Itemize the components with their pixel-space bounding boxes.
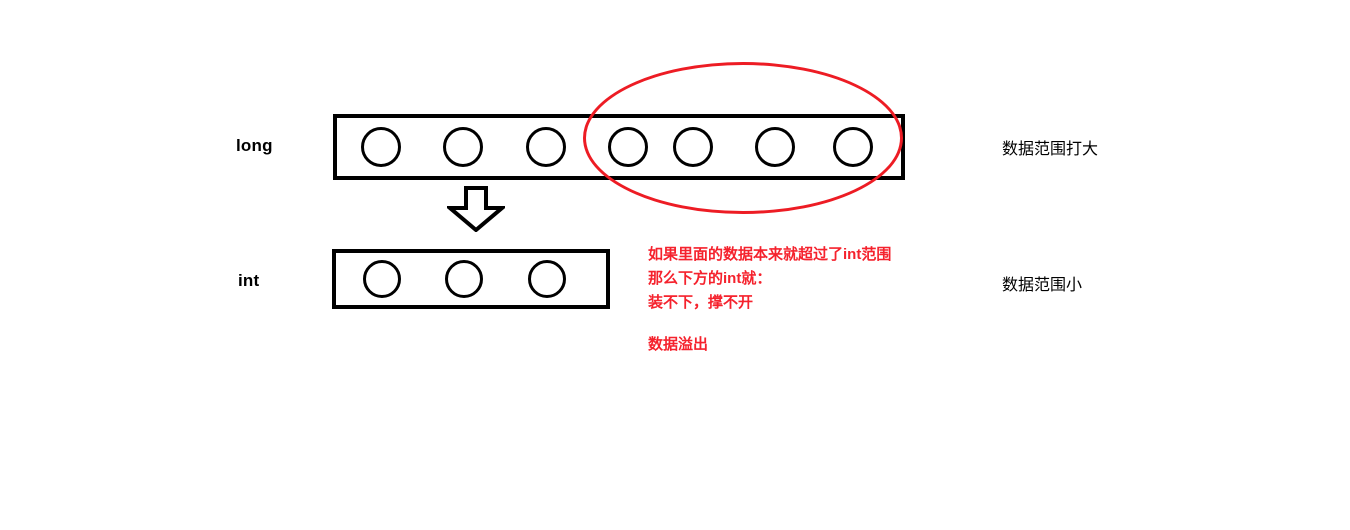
- overflow-highlight-ellipse: [583, 62, 903, 214]
- diagram-canvas: long int 如果里面的数据本来就超过了int范围 那么下方的int就： 装…: [0, 0, 1350, 530]
- down-block-arrow-icon: [444, 186, 508, 233]
- annotation-line-1: 如果里面的数据本来就超过了int范围: [648, 246, 892, 263]
- overflow-annotation: 如果里面的数据本来就超过了int范围 那么下方的int就： 装不下，撑不开 数据…: [648, 243, 978, 357]
- type-label-int: int: [238, 271, 260, 290]
- int-slot-3: [528, 260, 566, 298]
- long-slot-3: [526, 127, 566, 167]
- annotation-conclusion: 数据溢出: [648, 336, 709, 353]
- type-label-long: long: [236, 136, 273, 155]
- annotation-spacer: [648, 315, 978, 333]
- long-slot-1: [361, 127, 401, 167]
- range-label-long: 数据范围打大: [1002, 141, 1099, 158]
- int-slot-2: [445, 260, 483, 298]
- int-slot-1: [363, 260, 401, 298]
- long-slot-2: [443, 127, 483, 167]
- range-label-int: 数据范围小: [1002, 277, 1083, 294]
- annotation-line-3: 装不下，撑不开: [648, 294, 754, 311]
- down-block-arrow-svg: [444, 186, 508, 233]
- annotation-line-2: 那么下方的int就：: [648, 270, 772, 287]
